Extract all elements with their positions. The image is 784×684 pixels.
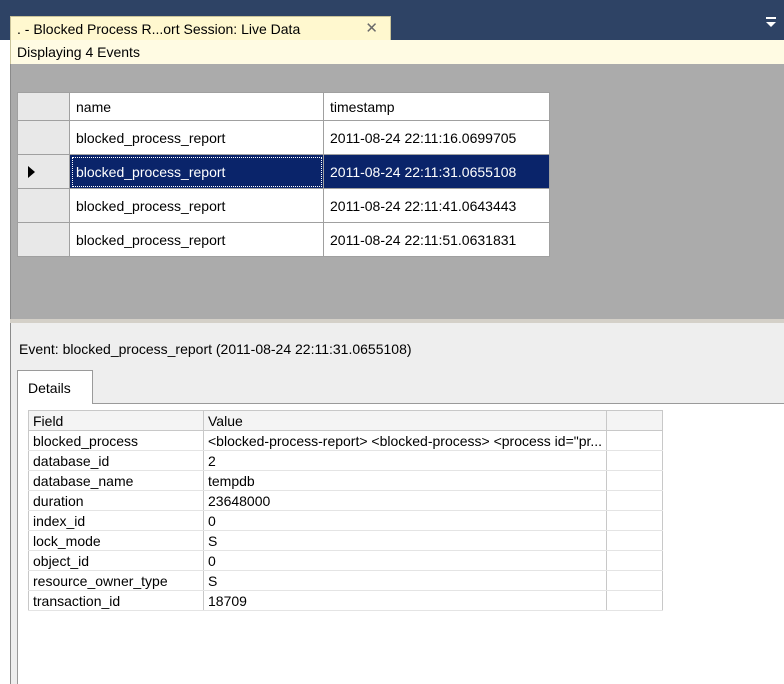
row-header[interactable] [17,154,70,189]
event-row-selected[interactable]: blocked_process_report 2011-08-24 22:11:… [17,154,550,189]
tab-overflow-icon[interactable] [764,14,778,30]
field-value[interactable]: S [203,570,608,591]
field-name[interactable]: duration [28,490,204,511]
field-row[interactable]: blocked_process <blocked-process-report> … [28,430,664,451]
field-row[interactable]: index_id 0 [28,510,664,531]
column-header-timestamp[interactable]: timestamp [323,92,550,121]
document-tab-strip: . - Blocked Process R...ort Session: Liv… [0,0,784,40]
tab-details[interactable]: Details [17,370,93,404]
tab-live-data[interactable]: . - Blocked Process R...ort Session: Liv… [10,16,391,40]
events-grid: name timestamp blocked_process_report 20… [17,92,550,257]
row-header[interactable] [17,120,70,155]
event-row[interactable]: blocked_process_report 2011-08-24 22:11:… [17,120,550,155]
event-row[interactable]: blocked_process_report 2011-08-24 22:11:… [17,188,550,223]
field-value[interactable]: S [203,530,608,551]
tab-details-label: Details [28,379,71,396]
event-name-cell[interactable]: blocked_process_report [69,154,324,189]
event-name-cell[interactable]: blocked_process_report [69,188,324,223]
field-value[interactable]: 0 [203,510,608,531]
event-detail-panel: Event: blocked_process_report (2011-08-2… [10,323,784,684]
field-value[interactable]: 2 [203,450,608,471]
field-name[interactable]: database_name [28,470,204,491]
field-row[interactable]: resource_owner_type S [28,570,664,591]
field-value[interactable]: 23648000 [203,490,608,511]
column-header-field[interactable]: Field [28,410,204,431]
event-row[interactable]: blocked_process_report 2011-08-24 22:11:… [17,222,550,257]
field-row[interactable]: transaction_id 18709 [28,590,664,611]
event-count-text: Displaying 4 Events [17,44,140,60]
details-frame: Field Value blocked_process <blocked-proc… [17,404,784,684]
field-name[interactable]: resource_owner_type [28,570,204,591]
field-row[interactable]: object_id 0 [28,550,664,571]
event-fields-grid: Field Value blocked_process <blocked-proc… [28,410,664,611]
field-row[interactable]: database_id 2 [28,450,664,471]
field-name[interactable]: transaction_id [28,590,204,611]
column-header-name[interactable]: name [69,92,324,121]
column-header-extra[interactable] [606,410,664,431]
event-name-cell[interactable]: blocked_process_report [69,120,324,155]
column-header-value[interactable]: Value [203,410,608,431]
event-timestamp-cell[interactable]: 2011-08-24 22:11:51.0631831 [323,222,550,257]
close-icon[interactable]: ✕ [365,19,378,37]
field-row[interactable]: database_name tempdb [28,470,664,491]
field-value[interactable]: 18709 [203,590,608,611]
event-timestamp-cell[interactable]: 2011-08-24 22:11:41.0643443 [323,188,550,223]
event-detail-header: Event: blocked_process_report (2011-08-2… [19,341,412,357]
row-header[interactable] [17,188,70,223]
field-name[interactable]: blocked_process [28,430,204,451]
field-name[interactable]: index_id [28,510,204,531]
row-header[interactable] [17,222,70,257]
event-timestamp-cell[interactable]: 2011-08-24 22:11:16.0699705 [323,120,550,155]
field-value[interactable]: 0 [203,550,608,571]
field-name[interactable]: object_id [28,550,204,571]
field-row[interactable]: duration 23648000 [28,490,664,511]
field-row[interactable]: lock_mode S [28,530,664,551]
field-name[interactable]: lock_mode [28,530,204,551]
tab-title: . - Blocked Process R...ort Session: Liv… [17,20,301,37]
field-value[interactable]: <blocked-process-report> <blocked-proces… [203,430,608,451]
grid-corner-header[interactable] [17,92,70,121]
current-row-arrow-icon [28,166,35,178]
event-timestamp-cell[interactable]: 2011-08-24 22:11:31.0655108 [323,154,550,189]
field-name[interactable]: database_id [28,450,204,471]
event-name-cell[interactable]: blocked_process_report [69,222,324,257]
events-grid-area: name timestamp blocked_process_report 20… [10,64,784,319]
event-count-bar: Displaying 4 Events [10,40,784,64]
field-value[interactable]: tempdb [203,470,608,491]
